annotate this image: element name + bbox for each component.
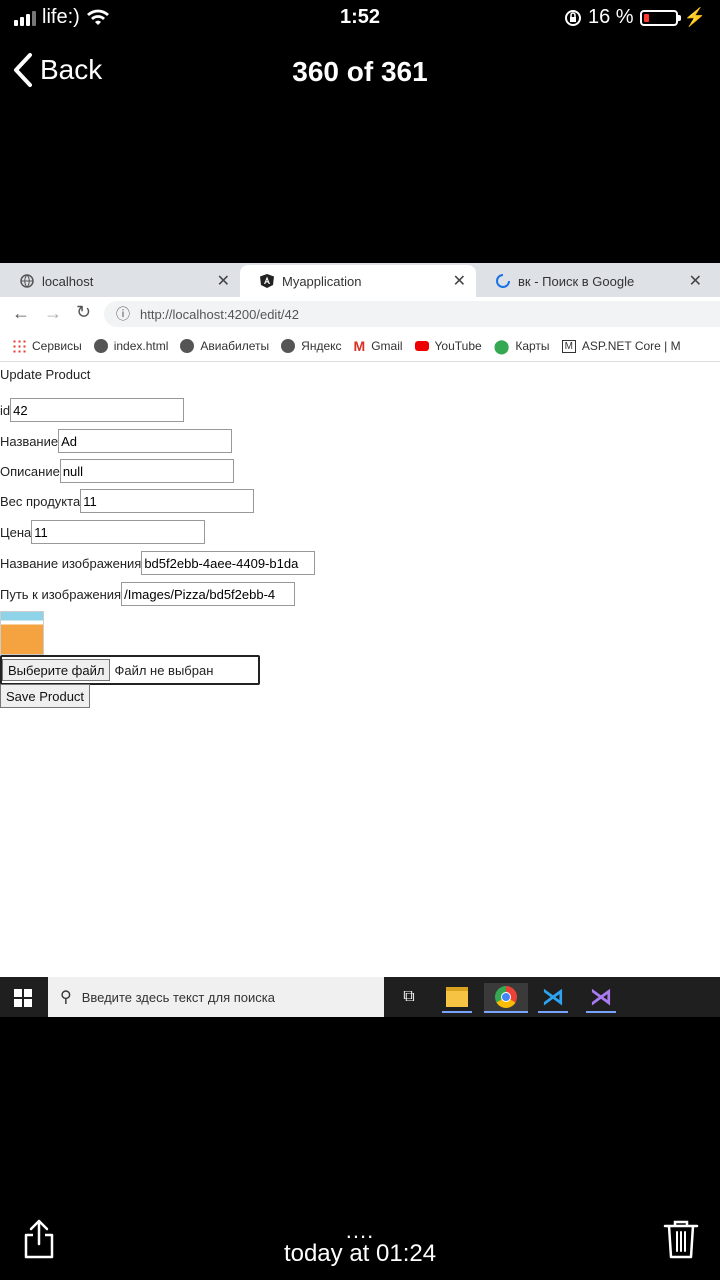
bookmark-aspnet[interactable]: M ASP.NET Core | M	[561, 339, 681, 353]
field-label: Путь к изображения	[0, 586, 122, 602]
save-product-button[interactable]: Save Product	[0, 684, 91, 708]
close-icon[interactable]: ✕	[453, 271, 466, 291]
battery-percent: 16 %	[587, 6, 634, 28]
field-price: Цена	[0, 519, 206, 545]
close-icon[interactable]: ✕	[217, 271, 230, 291]
name-input[interactable]	[58, 429, 233, 453]
image-path-input[interactable]	[121, 582, 296, 606]
windows-taskbar: ⚲ Введите здесь текст для поиска ⧉ ⋊ ⋊	[0, 977, 720, 1017]
forward-arrow-icon[interactable]: →	[44, 303, 62, 324]
field-weight: Вес продукта	[0, 488, 255, 514]
file-status: Файл не выбран	[114, 662, 214, 678]
save-row: Save Product	[0, 683, 91, 709]
field-id: id	[0, 397, 185, 423]
field-image-name: Название изображения	[0, 550, 316, 576]
chrome-icon[interactable]	[484, 983, 528, 1013]
tab-google-search[interactable]: вк - Поиск в Google ✕	[476, 265, 712, 297]
field-label: Описание	[0, 463, 60, 479]
reload-icon[interactable]: ↻	[76, 302, 91, 323]
tab-title: вк - Поиск в Google	[518, 273, 635, 289]
field-image-path: Путь к изображения	[0, 581, 296, 607]
price-input[interactable]	[31, 520, 206, 544]
globe-icon	[93, 339, 108, 353]
search-icon: ⚲	[60, 989, 72, 1006]
field-description: Описание	[0, 458, 234, 484]
task-view-icon[interactable]: ⧉	[394, 983, 424, 1011]
windows-start-icon[interactable]	[14, 989, 32, 1007]
visual-studio-icon[interactable]: ⋊	[586, 983, 616, 1013]
address-bar-row: ← → ↻ ⓘ http://localhost:4200/edit/42	[0, 297, 720, 331]
field-label: id	[0, 402, 11, 418]
url-text: http://localhost:4200/edit/42	[140, 306, 300, 322]
globe-icon	[20, 274, 34, 288]
charging-icon: ⚡	[683, 7, 706, 27]
tab-myapplication[interactable]: Myapplication ✕	[240, 265, 476, 297]
image-name-input[interactable]	[141, 551, 316, 575]
weight-input[interactable]	[80, 489, 255, 513]
photo-counter: 360 of 361	[292, 56, 428, 87]
trash-icon[interactable]	[662, 1218, 700, 1260]
m-box-icon: M	[561, 339, 576, 353]
bookmark-services[interactable]: Сервисы	[12, 339, 82, 353]
globe-icon	[180, 339, 195, 353]
page-title: Update Product	[0, 367, 91, 382]
url-input[interactable]: ⓘ http://localhost:4200/edit/42	[104, 301, 720, 327]
bookmark-youtube[interactable]: YouTube	[414, 339, 482, 353]
field-label: Цена	[0, 524, 32, 540]
taskbar-search-input[interactable]: ⚲ Введите здесь текст для поиска	[48, 977, 384, 1017]
file-input[interactable]: Выберите файл Файл не выбран	[0, 655, 260, 685]
battery-area: 16 % ⚡	[564, 6, 706, 29]
globe-icon	[281, 339, 296, 353]
apps-grid-icon	[12, 339, 26, 353]
back-arrow-icon[interactable]: ←	[12, 303, 30, 324]
info-icon[interactable]: ⓘ	[116, 304, 130, 324]
bookmarks-bar: Сервисы index.html Авиабилеты Яндекс M Gm…	[0, 331, 720, 362]
gmail-icon: M	[353, 338, 366, 354]
choose-file-button[interactable]: Выберите файл	[2, 659, 111, 681]
loading-spinner-icon	[496, 274, 510, 288]
browser-tab-strip: localhost ✕ Myapplication ✕ вк - Поиск в…	[0, 263, 720, 297]
footer-timestamp: today at 01:24	[283, 1240, 437, 1267]
bookmark-index[interactable]: index.html	[93, 339, 168, 353]
tab-localhost[interactable]: localhost ✕	[0, 265, 240, 297]
vscode-icon[interactable]: ⋊	[538, 983, 568, 1013]
field-label: Вес продукта	[0, 493, 81, 509]
bookmark-aviabilety[interactable]: Авиабилеты	[180, 339, 269, 353]
field-label: Название изображения	[0, 555, 142, 571]
battery-icon	[639, 9, 681, 26]
field-label: Название	[0, 433, 59, 449]
description-input[interactable]	[59, 459, 234, 483]
desktop-screenshot: localhost ✕ Myapplication ✕ вк - Поиск в…	[0, 263, 720, 1017]
status-bar: life:) 1:52 16 % ⚡	[0, 0, 720, 40]
map-pin-icon: ⬤	[493, 337, 510, 354]
bookmark-yandex[interactable]: Яндекс	[281, 339, 342, 353]
file-explorer-icon[interactable]	[442, 983, 472, 1013]
field-name: Название	[0, 428, 233, 454]
bookmark-gmail[interactable]: M Gmail	[354, 338, 403, 354]
close-icon[interactable]: ✕	[689, 271, 702, 291]
angular-icon	[260, 274, 274, 288]
rotation-lock-icon	[564, 9, 581, 26]
tab-title: localhost	[42, 273, 94, 289]
youtube-icon	[414, 341, 429, 351]
tab-title: Myapplication	[282, 273, 362, 289]
search-placeholder: Введите здесь текст для поиска	[81, 989, 275, 1005]
product-image-thumbnail	[0, 611, 44, 655]
bookmark-maps[interactable]: ⬤ Карты	[494, 338, 550, 355]
id-input[interactable]	[10, 398, 185, 422]
